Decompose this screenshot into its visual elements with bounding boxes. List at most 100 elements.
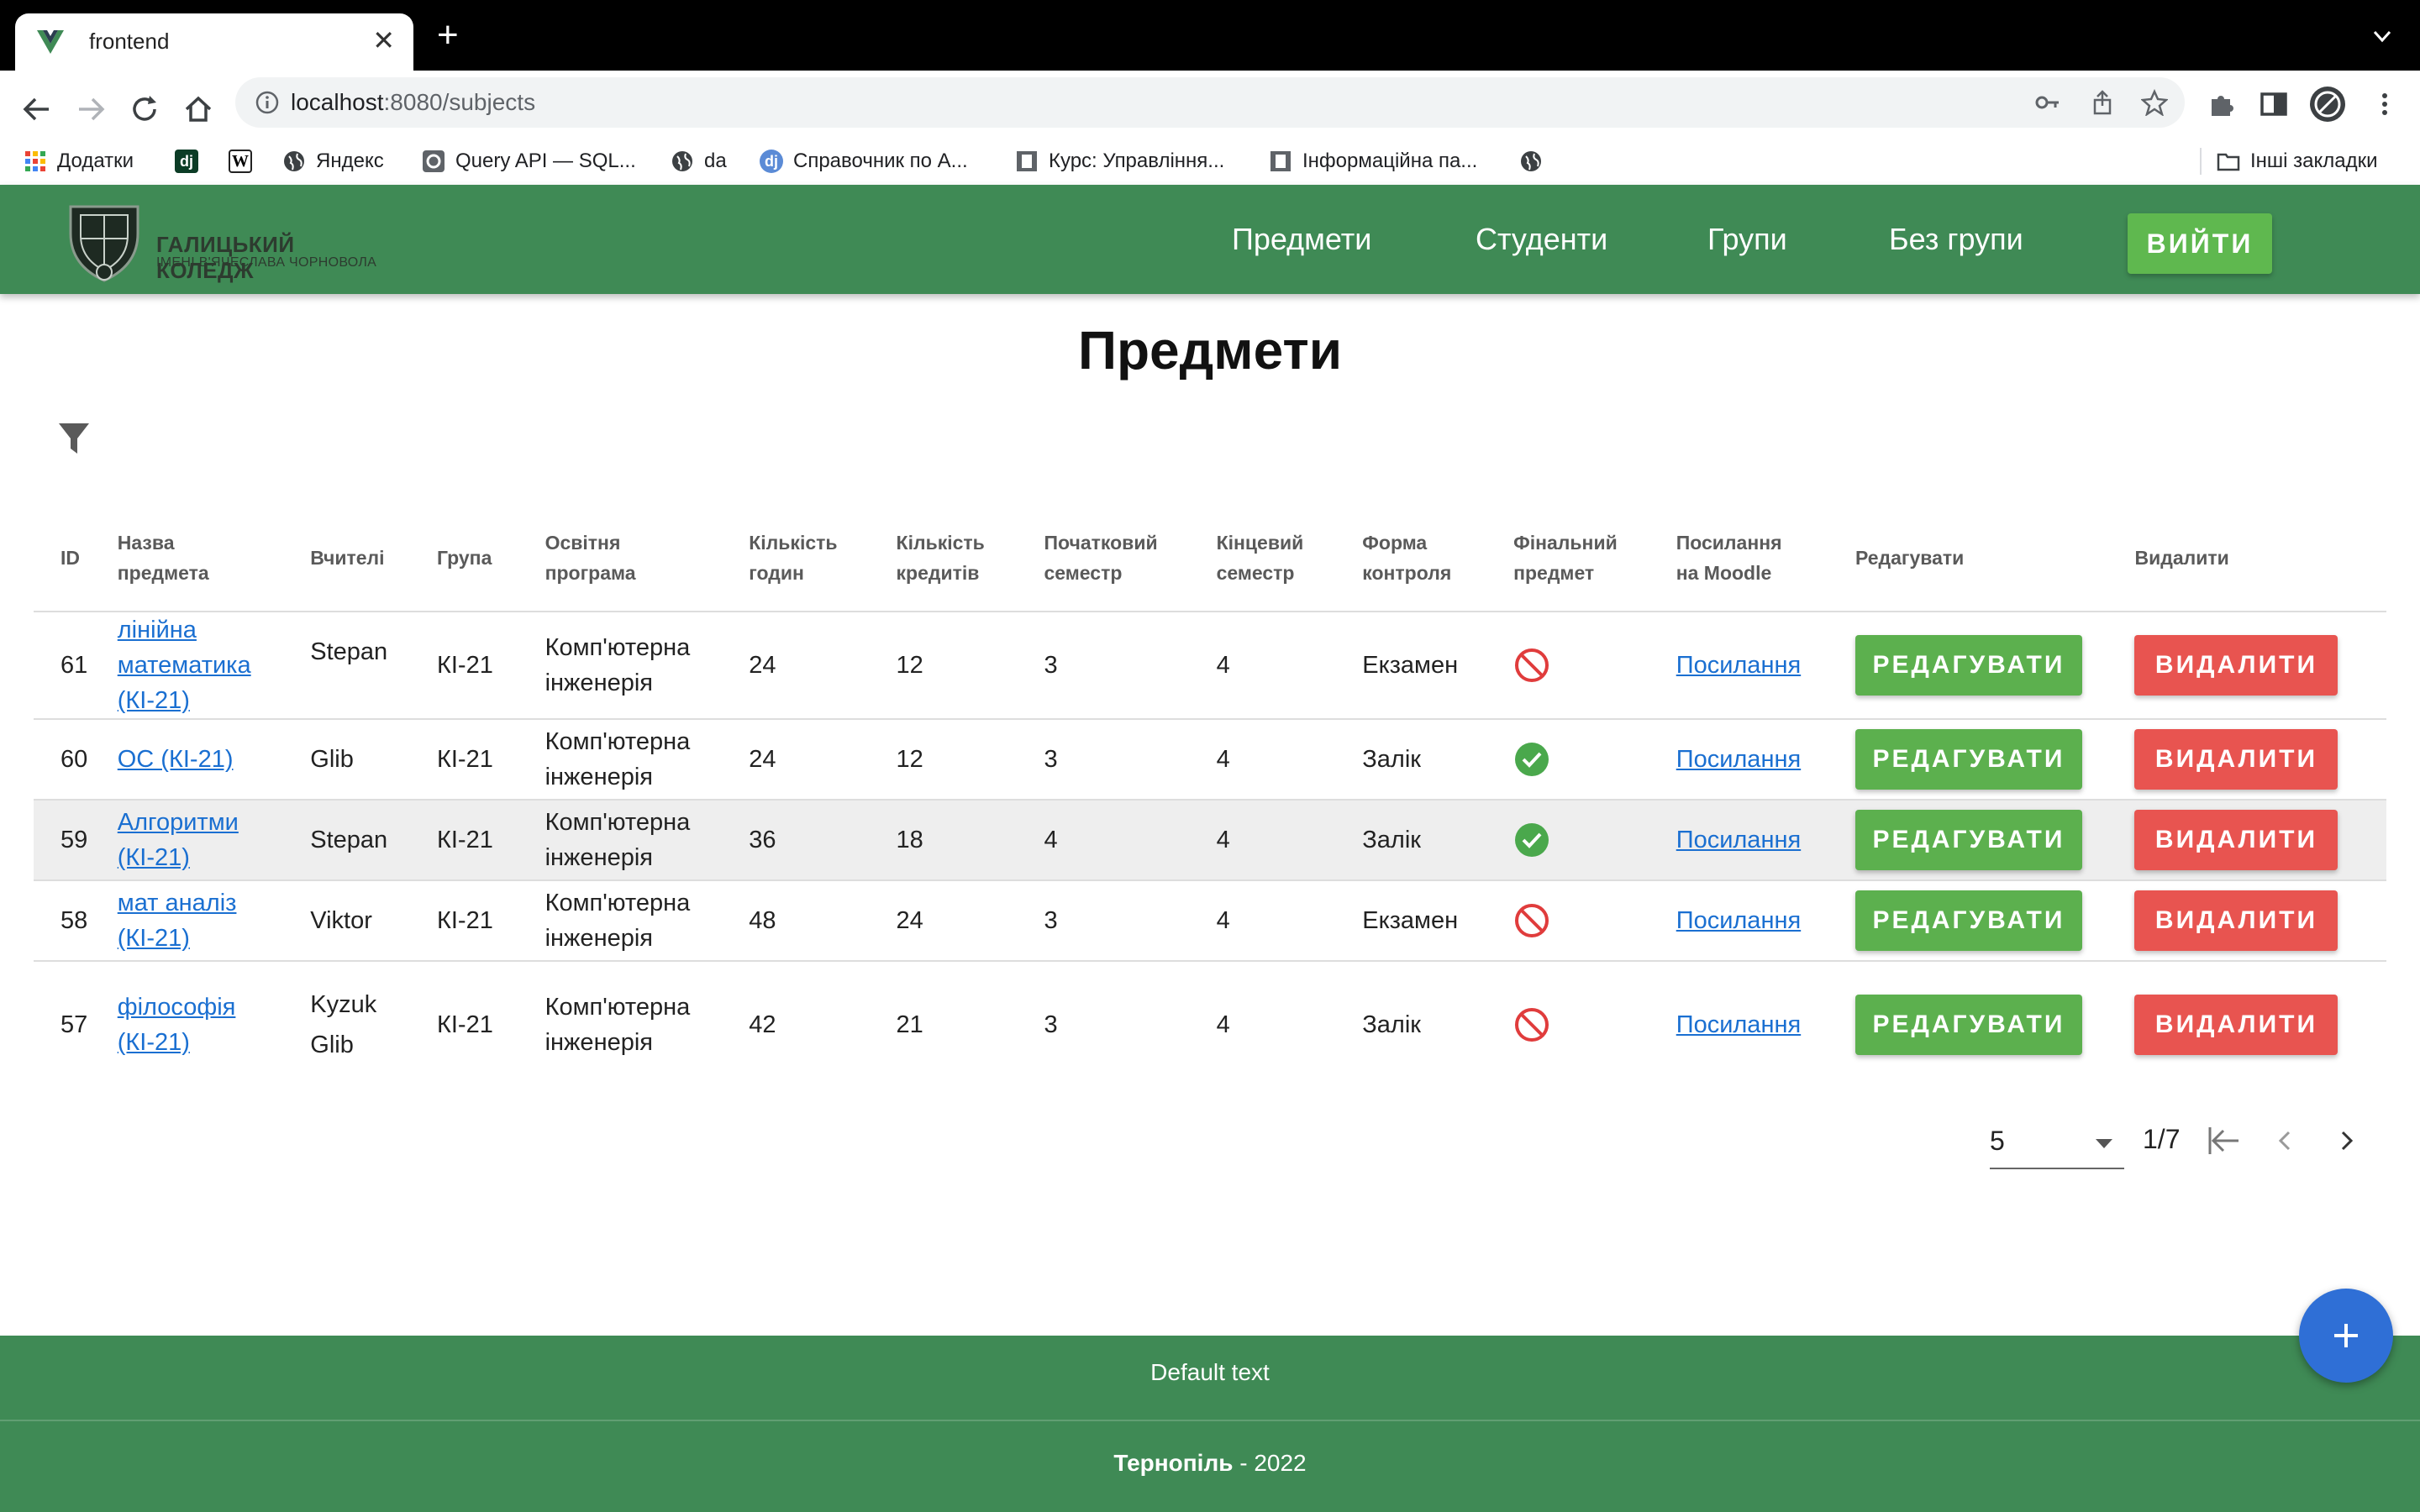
col-header-delete[interactable]: Видалити xyxy=(2109,504,2386,612)
col-header-edit[interactable]: Редагувати xyxy=(1829,504,2110,612)
check-circle-icon xyxy=(1515,823,1549,857)
tab-close-icon[interactable]: ✕ xyxy=(372,24,395,57)
subject-name-cell: Алгоритми (КІ-21) xyxy=(92,800,286,881)
nav-ungrouped[interactable]: Без групи xyxy=(1889,222,2023,257)
start-semester-cell: 3 xyxy=(1018,612,1192,720)
url-text: localhost:8080/subjects xyxy=(291,89,535,116)
col-header-group[interactable]: Група xyxy=(411,504,520,612)
logout-button[interactable]: вийти xyxy=(2128,213,2272,274)
bookmark-star-icon[interactable] xyxy=(2141,89,2168,116)
share-icon[interactable] xyxy=(2089,89,2116,116)
new-tab-icon[interactable]: + xyxy=(437,17,459,54)
moodle-link[interactable]: Посилання xyxy=(1676,827,1801,853)
edit-cell: редагувати xyxy=(1830,961,2110,1087)
moodle-link[interactable]: Посилання xyxy=(1676,1011,1801,1038)
edit-button[interactable]: редагувати xyxy=(1854,994,2082,1055)
control-form-cell: Залік xyxy=(1362,1011,1421,1038)
site-info-icon[interactable] xyxy=(254,89,281,116)
subject-name-link[interactable]: Алгоритми (КІ-21) xyxy=(118,809,239,871)
back-arrow-icon[interactable] xyxy=(17,89,57,129)
edit-button[interactable]: редагувати xyxy=(1854,635,2082,696)
college-logo[interactable]: ГАЛИЦЬКИЙ КОЛЕДЖ ІМЕНІ В'ЯЧЕСЛАВА ЧОРНОВ… xyxy=(62,200,381,284)
subject-name-link[interactable]: лінійна математика (КІ-21) xyxy=(118,617,251,714)
side-panel-icon[interactable] xyxy=(2257,87,2291,121)
bookmark-yandex[interactable]: Яндекс xyxy=(282,144,384,178)
edit-cell: редагувати xyxy=(1829,880,2110,962)
address-bar[interactable]: localhost:8080/subjects xyxy=(235,77,2185,128)
delete-button[interactable]: видалити xyxy=(2134,994,2338,1055)
col-header-end-semester[interactable]: Кінцевий семестр xyxy=(1191,504,1338,612)
col-header-id[interactable]: ID xyxy=(34,504,92,612)
bookmark-course-management[interactable]: Курс: Управління... xyxy=(1015,144,1224,178)
next-page-icon[interactable] xyxy=(2326,1121,2366,1161)
subject-name-cell: мат аналіз (КІ-21) xyxy=(92,880,286,962)
delete-button[interactable]: видалити xyxy=(2134,635,2338,696)
bookmark-django-reference[interactable]: dj Справочник по A... xyxy=(760,144,968,178)
delete-cell: видалити xyxy=(2109,880,2386,962)
program-cell: Комп'ютерна інженерія xyxy=(519,880,724,962)
bookmark-info-platform[interactable]: Інформаційна па... xyxy=(1269,144,1477,178)
extensions-puzzle-icon[interactable] xyxy=(2205,87,2238,121)
bookmark-dj[interactable]: dj xyxy=(175,144,198,178)
globe-icon xyxy=(1521,151,1541,171)
subject-name-link[interactable]: мат аналіз (КІ-21) xyxy=(118,890,237,952)
reload-icon[interactable] xyxy=(124,89,165,129)
hours-cell: 36 xyxy=(723,800,871,881)
page-title: Предмети xyxy=(1077,320,1343,381)
bookmark-other-folder[interactable]: Інші закладки xyxy=(2217,144,2378,178)
tab-search-chevron-icon[interactable] xyxy=(2368,22,2396,50)
edit-button[interactable]: редагувати xyxy=(1854,729,2082,790)
edit-button[interactable]: редагувати xyxy=(1854,810,2082,870)
control-form-cell: Залік xyxy=(1337,719,1489,801)
col-header-credits[interactable]: Кількість кредитів xyxy=(871,504,1019,612)
bookmark-wikipedia[interactable]: W xyxy=(229,144,252,178)
col-header-moodle[interactable]: Посилання на Moodle xyxy=(1650,504,1830,612)
browser-menu-icon[interactable] xyxy=(2368,87,2402,121)
bookmark-query-api[interactable]: Query API — SQL... xyxy=(422,144,636,178)
delete-button[interactable]: видалити xyxy=(2134,729,2338,790)
moodle-link[interactable]: Посилання xyxy=(1676,746,1801,773)
key-icon[interactable] xyxy=(2033,89,2060,116)
add-subject-button[interactable] xyxy=(2299,1289,2393,1383)
rows-per-page-select[interactable]: 5 xyxy=(1990,1117,2124,1169)
footer-default-text: Default text xyxy=(1150,1359,1270,1385)
col-header-name[interactable]: Назва предмета xyxy=(92,504,286,612)
nav-groups[interactable]: Групи xyxy=(1707,222,1787,257)
dj-icon: dj xyxy=(175,150,198,173)
forward-arrow-icon[interactable] xyxy=(71,89,111,129)
bookmark-apps[interactable]: Додатки xyxy=(24,144,134,178)
teacher-name: Stepan xyxy=(310,827,388,853)
control-form-cell: Залік xyxy=(1337,800,1489,881)
id-cell: 57 xyxy=(60,1011,88,1038)
home-icon[interactable] xyxy=(178,89,218,129)
col-header-control-form[interactable]: Форма контроля xyxy=(1337,504,1489,612)
previous-page-icon[interactable] xyxy=(2265,1121,2306,1161)
col-header-final[interactable]: Фінальний предмет xyxy=(1488,504,1651,612)
rows-per-page-value: 5 xyxy=(1990,1126,2005,1156)
bookmark-globe[interactable] xyxy=(1519,144,1543,178)
moodle-cell: Посилання xyxy=(1651,961,1830,1087)
delete-button[interactable]: видалити xyxy=(2134,890,2338,951)
profile-avatar-icon[interactable] xyxy=(2309,86,2346,123)
bookmark-da[interactable]: da xyxy=(671,144,727,178)
page-footer: Default text Тернопіль - 2022 xyxy=(0,1336,2420,1512)
col-header-hours[interactable]: Кількість годин xyxy=(723,504,871,612)
nav-students[interactable]: Студенти xyxy=(1476,222,1607,257)
col-header-start-semester[interactable]: Початковий семестр xyxy=(1018,504,1192,612)
moodle-link[interactable]: Посилання xyxy=(1676,907,1801,934)
teachers-cell: Viktor xyxy=(285,880,412,962)
first-page-icon[interactable] xyxy=(2203,1121,2244,1161)
delete-button[interactable]: видалити xyxy=(2134,810,2338,870)
edit-button[interactable]: редагувати xyxy=(1854,890,2082,951)
moodle-link[interactable]: Посилання xyxy=(1676,652,1801,679)
subject-name-link[interactable]: ОС (КІ-21) xyxy=(118,746,234,773)
teachers-cell: Glib xyxy=(285,719,412,801)
subject-name-link[interactable]: філософія (КІ-21) xyxy=(118,994,236,1056)
nav-subjects[interactable]: Предмети xyxy=(1232,222,1371,257)
block-icon xyxy=(1515,648,1549,682)
filter-icon[interactable] xyxy=(57,420,91,457)
col-header-teachers[interactable]: Вчителі xyxy=(285,504,412,612)
col-header-program[interactable]: Освітня програма xyxy=(519,504,724,612)
final-subject-cell xyxy=(1488,961,1651,1087)
browser-tab[interactable]: frontend ✕ xyxy=(15,13,413,71)
